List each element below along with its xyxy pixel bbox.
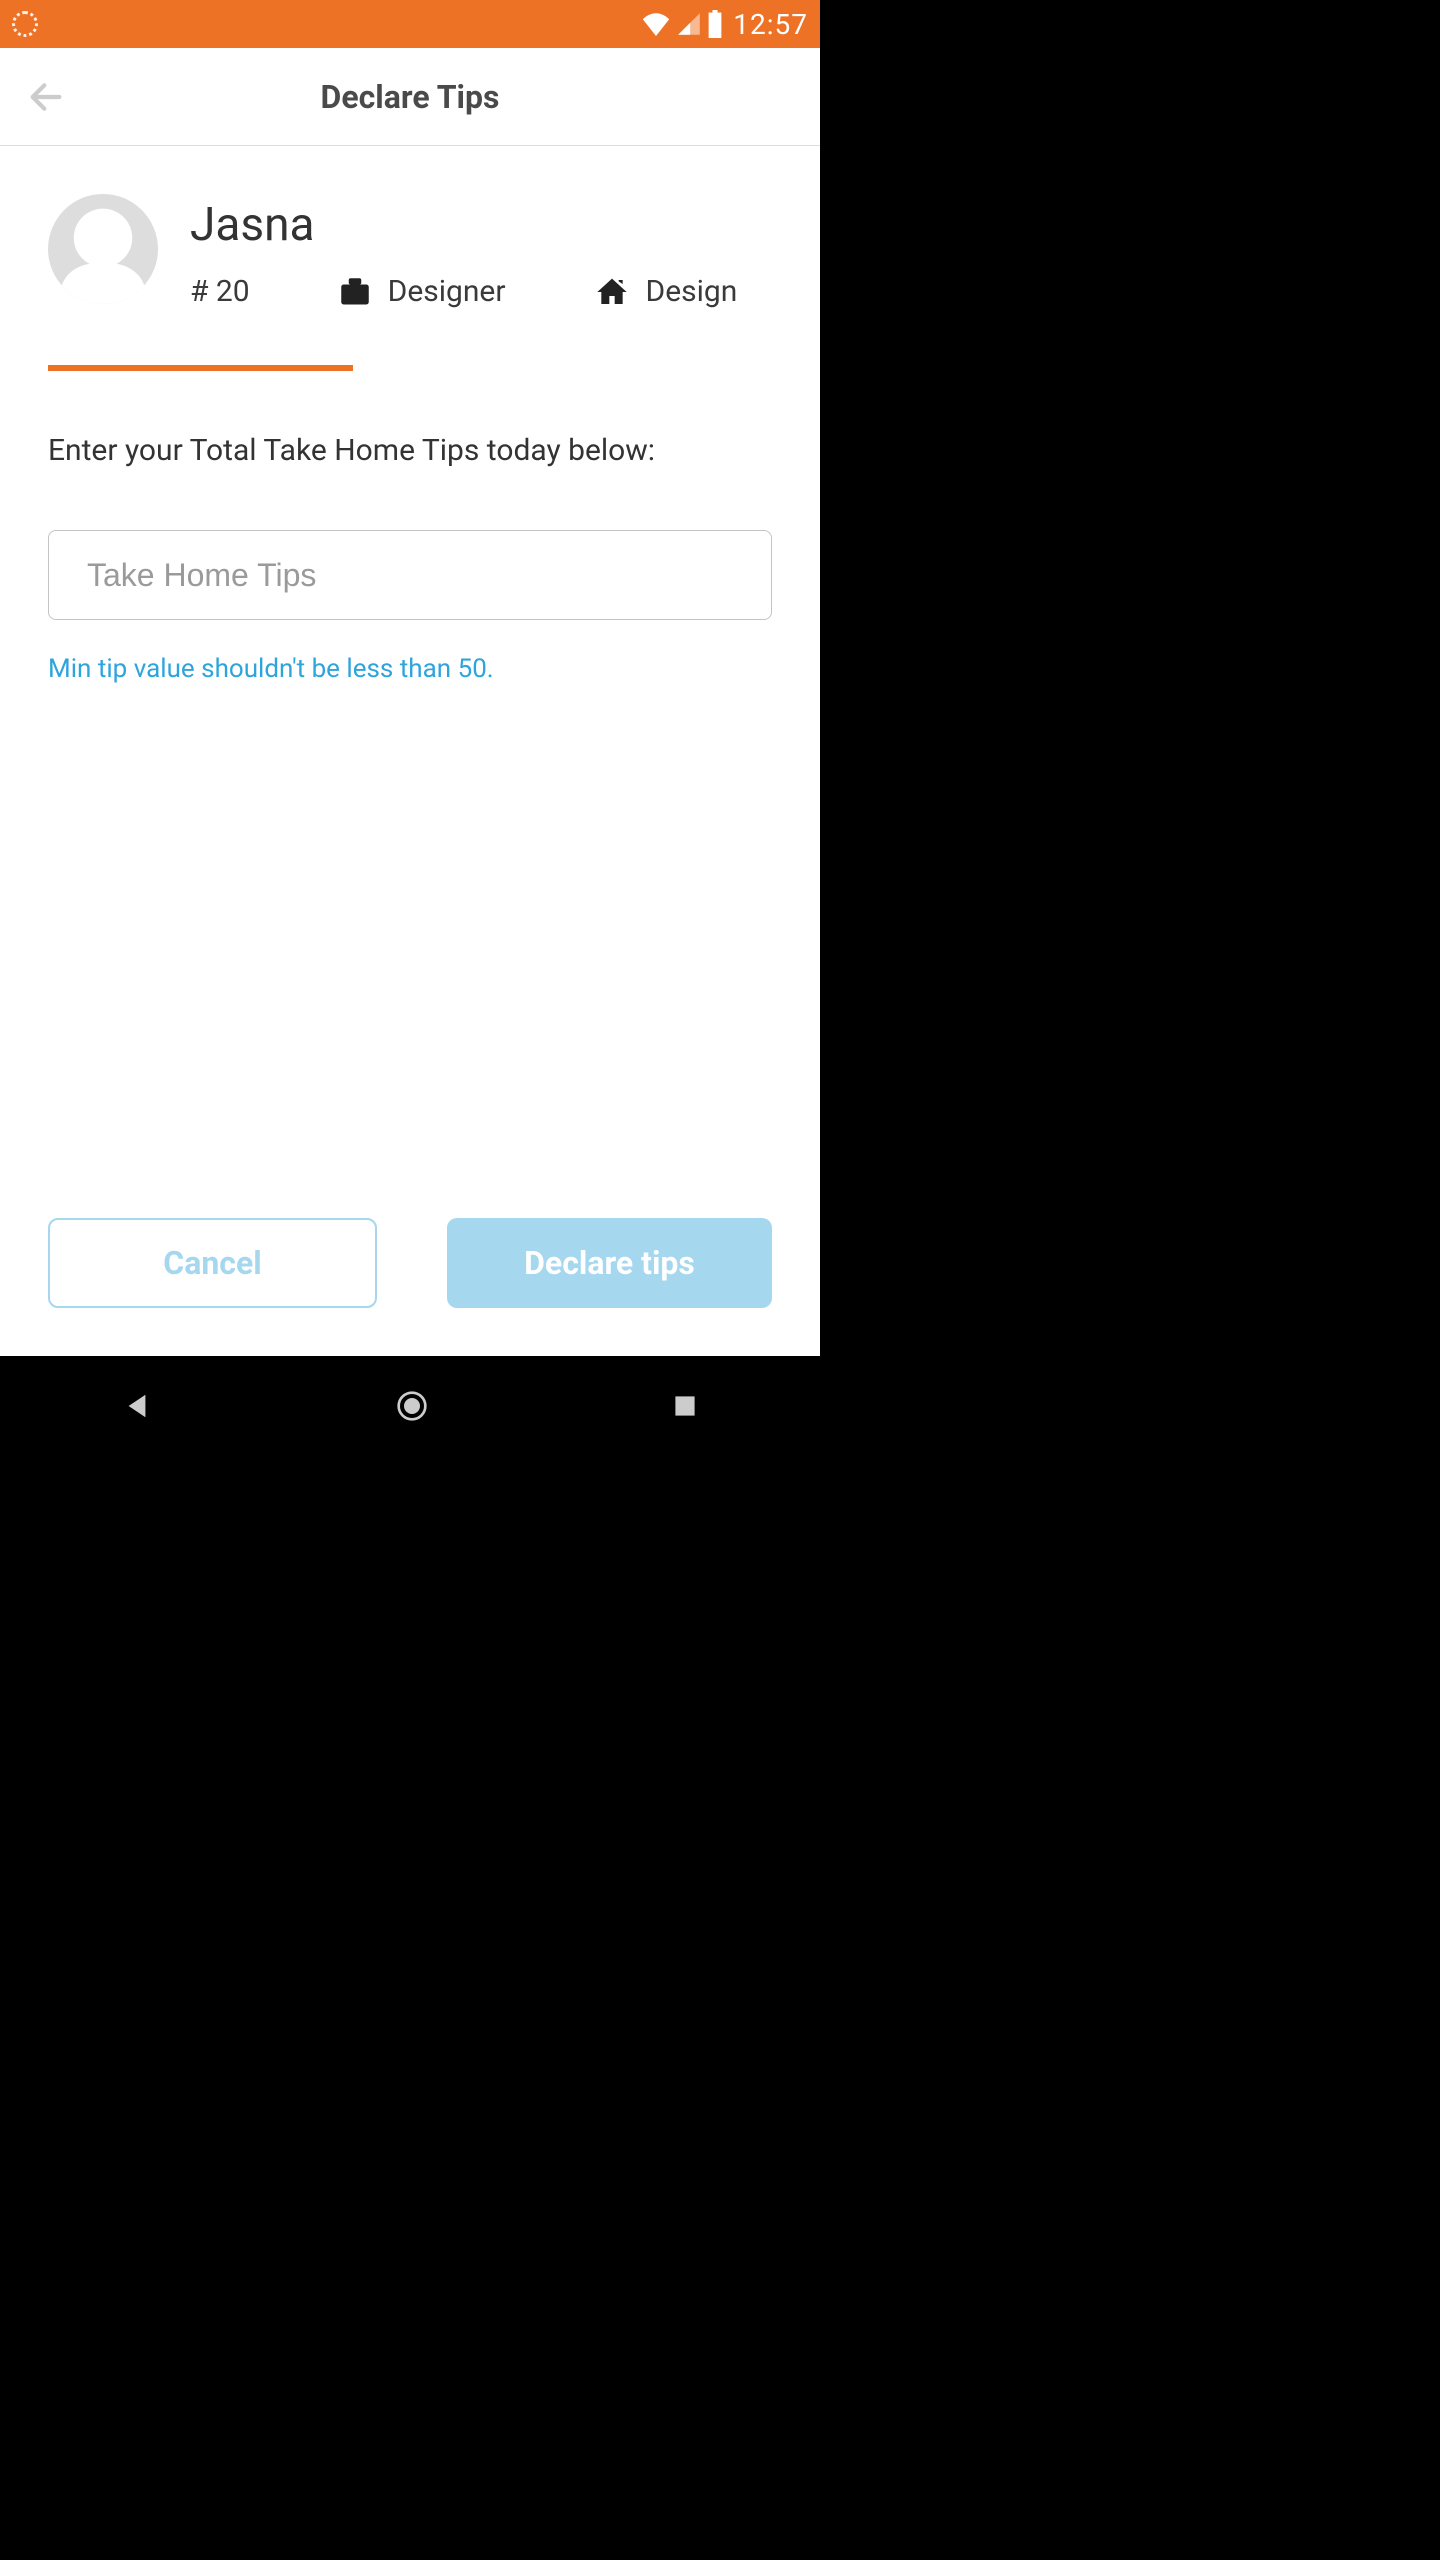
department-label: Design [646,274,738,309]
arrow-left-icon [26,77,66,117]
profile-section: Jasna # 20 Designer Design [48,194,772,309]
battery-icon [707,10,723,38]
validation-hint: Min tip value shouldn't be less than 50. [48,654,772,684]
declare-tips-button[interactable]: Declare tips [447,1218,772,1308]
status-left [12,11,38,37]
person-icon [58,204,148,304]
employee-number: # 20 [190,274,250,309]
briefcase-icon [340,278,370,306]
status-time: 12:57 [733,8,808,41]
nav-back-button[interactable] [123,1392,151,1420]
back-button[interactable] [26,77,66,117]
main-content: Jasna # 20 Designer Design [0,146,820,1356]
status-bar: 12:57 [0,0,820,48]
avatar [48,194,158,304]
cellular-signal-icon [677,12,701,36]
tips-input[interactable] [48,530,772,620]
role-label: Designer [388,274,506,309]
form-prompt: Enter your Total Take Home Tips today be… [48,433,772,468]
nav-recent-button[interactable] [673,1394,697,1418]
department-item: Design [596,274,738,309]
wifi-icon [641,12,671,36]
square-recent-icon [673,1394,697,1418]
loading-icon [12,11,38,37]
profile-meta: # 20 Designer Design [190,274,737,309]
status-right: 12:57 [641,8,808,41]
home-icon [596,276,628,308]
triangle-back-icon [123,1392,151,1420]
app-bar: Declare Tips [0,48,820,146]
role-item: Designer [340,274,506,309]
profile-name: Jasna [190,198,737,252]
circle-home-icon [396,1390,428,1422]
cancel-button[interactable]: Cancel [48,1218,377,1308]
navigation-bar [0,1356,820,1456]
nav-home-button[interactable] [396,1390,428,1422]
accent-divider [48,365,353,371]
profile-info: Jasna # 20 Designer Design [190,194,737,309]
page-title: Declare Tips [0,78,820,116]
action-buttons: Cancel Declare tips [48,1218,772,1308]
